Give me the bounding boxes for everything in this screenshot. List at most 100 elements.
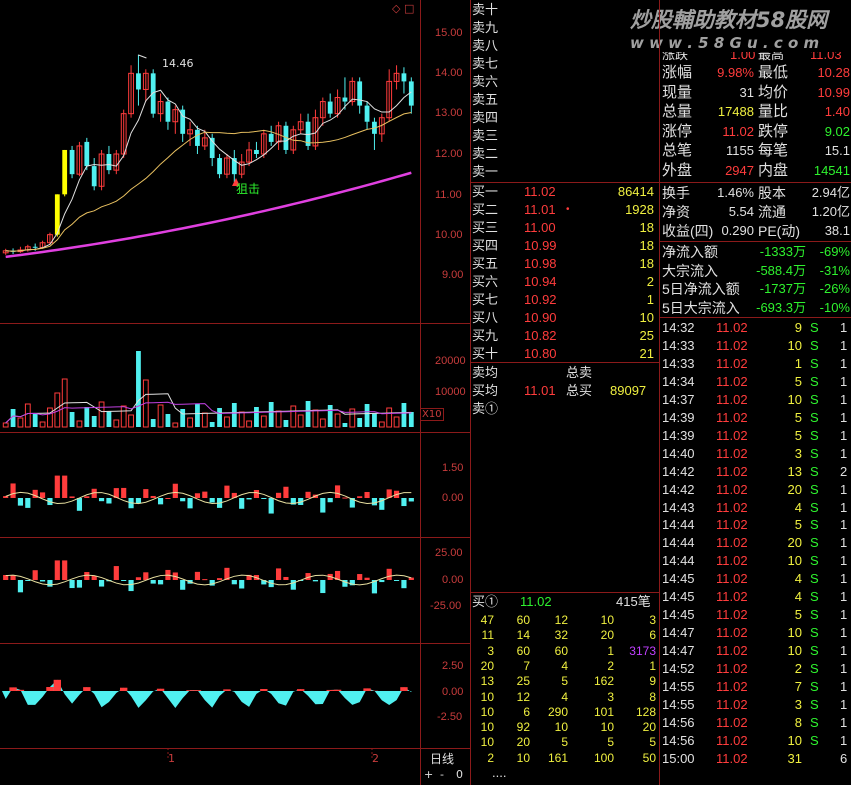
indicator1-bar-down — [25, 498, 31, 508]
quote-partial-label2: 最高 — [758, 52, 785, 62]
indicator1-bar-down — [180, 498, 186, 502]
sell-level-label[interactable]: 卖三 — [472, 127, 498, 145]
tick-side: S — [810, 589, 819, 605]
flow-value: -693.3万 — [756, 299, 806, 315]
quote-panel: 炒股輔助教材58股网 w w w . 5 8 G u . c o m 涨跌 1.… — [630, 0, 851, 785]
kline-chart[interactable] — [0, 0, 420, 768]
buy-level-label[interactable]: 买十 — [472, 345, 498, 363]
tick-count: 1 — [840, 481, 848, 497]
volume-bar-up — [312, 409, 319, 428]
flow-label: 5日净流入额 — [662, 281, 740, 297]
tick-volume: 5 — [794, 427, 802, 443]
tick-count: 6 — [840, 750, 848, 766]
sell-level-label[interactable]: 卖六 — [472, 73, 498, 91]
buy-level-label[interactable]: 买三 — [472, 219, 498, 237]
indicator2-bar-up — [202, 579, 208, 581]
tick-price: 11.02 — [716, 589, 748, 605]
indicator1-bar-up — [150, 495, 156, 498]
volume-tick: 10000 — [435, 386, 466, 398]
high-price-label: 14.46 — [162, 57, 194, 70]
sell-level-label[interactable]: 卖五 — [472, 91, 498, 109]
volume-bar-down — [254, 407, 259, 427]
buy-level-label[interactable]: 买四 — [472, 237, 498, 255]
candle-body-down — [327, 101, 333, 114]
zoom-in-button[interactable]: + — [424, 768, 433, 781]
top-window-icons[interactable]: ◇ □ — [392, 2, 414, 15]
tick-time: 14:44 — [662, 535, 695, 551]
tick-volume: 5 — [794, 607, 802, 623]
volume-bar-down — [84, 407, 90, 427]
volume-bar-up — [319, 418, 326, 428]
quote-label: 涨幅 — [662, 64, 693, 81]
quote-partial-label: 涨跌 — [662, 52, 689, 62]
flow-value: -588.4万 — [756, 262, 806, 278]
indicator3-positive — [46, 687, 54, 691]
tick-count: 1 — [840, 427, 848, 443]
buy-level-label[interactable]: 买五 — [472, 255, 498, 273]
volume-bar-up — [246, 420, 252, 428]
sell-level-label[interactable]: 卖八 — [472, 37, 498, 55]
candle-body-down — [32, 246, 38, 248]
buy1-queue-label[interactable]: 买① — [472, 593, 498, 611]
candle-body-down — [268, 133, 274, 142]
buy-level-label[interactable]: 买一 — [472, 183, 498, 201]
tick-count: 1 — [840, 355, 848, 371]
buy-level-label[interactable]: 买六 — [472, 273, 498, 291]
buy-level-label[interactable]: 买二 — [472, 201, 498, 219]
zoom-reset-button[interactable]: 0 — [456, 768, 463, 781]
volume-bar-up — [128, 414, 134, 428]
period-label[interactable]: 日线 — [430, 750, 454, 767]
volume-bar-down — [283, 420, 289, 427]
queue-more[interactable]: .... — [492, 764, 506, 782]
zoom-out-button[interactable]: - — [440, 768, 444, 781]
tick-side: S — [810, 679, 819, 694]
sell-level-label[interactable]: 卖九 — [472, 19, 498, 37]
sell-level-label[interactable]: 卖一 — [472, 163, 498, 181]
quote-value: 11.02 — [722, 123, 754, 139]
candle-body-down — [195, 129, 200, 146]
chart-area[interactable]: ◇ □ 14.46 狙击 X10 — [0, 0, 444, 768]
tick-price: 11.02 — [716, 517, 748, 533]
tick-time: 14:42 — [662, 481, 695, 497]
volume-bar-down — [195, 404, 200, 427]
divider — [660, 241, 851, 242]
indicator2-tick: 0.00 — [442, 574, 464, 586]
indicator1-bar-up — [357, 496, 363, 498]
buy-level-label[interactable]: 买九 — [472, 327, 498, 345]
quote-value: 31 — [739, 84, 754, 100]
volume-bar-up — [113, 419, 120, 428]
volume-bar-down — [408, 412, 414, 427]
volume-bar-down — [209, 422, 215, 427]
tick-price: 11.02 — [716, 320, 748, 335]
indicator1-tick: 0.00 — [442, 492, 464, 504]
sell-level-label[interactable]: 卖四 — [472, 109, 498, 127]
indicator2-bar-up — [357, 574, 363, 580]
indicator1-bar-up — [253, 490, 260, 498]
tick-time: 14:45 — [662, 589, 695, 605]
divider — [0, 643, 470, 644]
indicator2-bar-down — [76, 580, 83, 588]
tick-time: 14:55 — [662, 696, 695, 712]
volume-bar-up — [120, 405, 127, 428]
sell-level-label[interactable]: 卖七 — [472, 55, 498, 73]
indicator1-bar-up — [54, 475, 60, 498]
x-tick: 1 — [168, 752, 175, 765]
buy-level-label[interactable]: 买七 — [472, 291, 498, 309]
buy-level-label[interactable]: 买八 — [472, 309, 498, 327]
indicator2-bar-down — [209, 580, 215, 586]
volume-bar-up — [290, 405, 297, 428]
tick-volume: 3 — [794, 696, 802, 712]
sell1-queue-label[interactable]: 卖① — [472, 400, 498, 418]
fundamental-value: 2.94亿 — [811, 185, 850, 200]
sell-level-label[interactable]: 卖二 — [472, 145, 498, 163]
indicator2-bar-up — [84, 572, 90, 580]
sell-level-label[interactable]: 卖十 — [472, 1, 498, 19]
tick-side: S — [810, 320, 819, 335]
tick-time: 14:40 — [662, 445, 695, 461]
volume-bar-up — [2, 422, 9, 428]
tick-count: 1 — [840, 553, 848, 569]
volume-bar-up — [378, 421, 385, 428]
indicator1-bar-up — [275, 492, 282, 498]
volume-bar-down — [165, 414, 171, 427]
buy-level-price: 11.02 — [524, 184, 556, 199]
